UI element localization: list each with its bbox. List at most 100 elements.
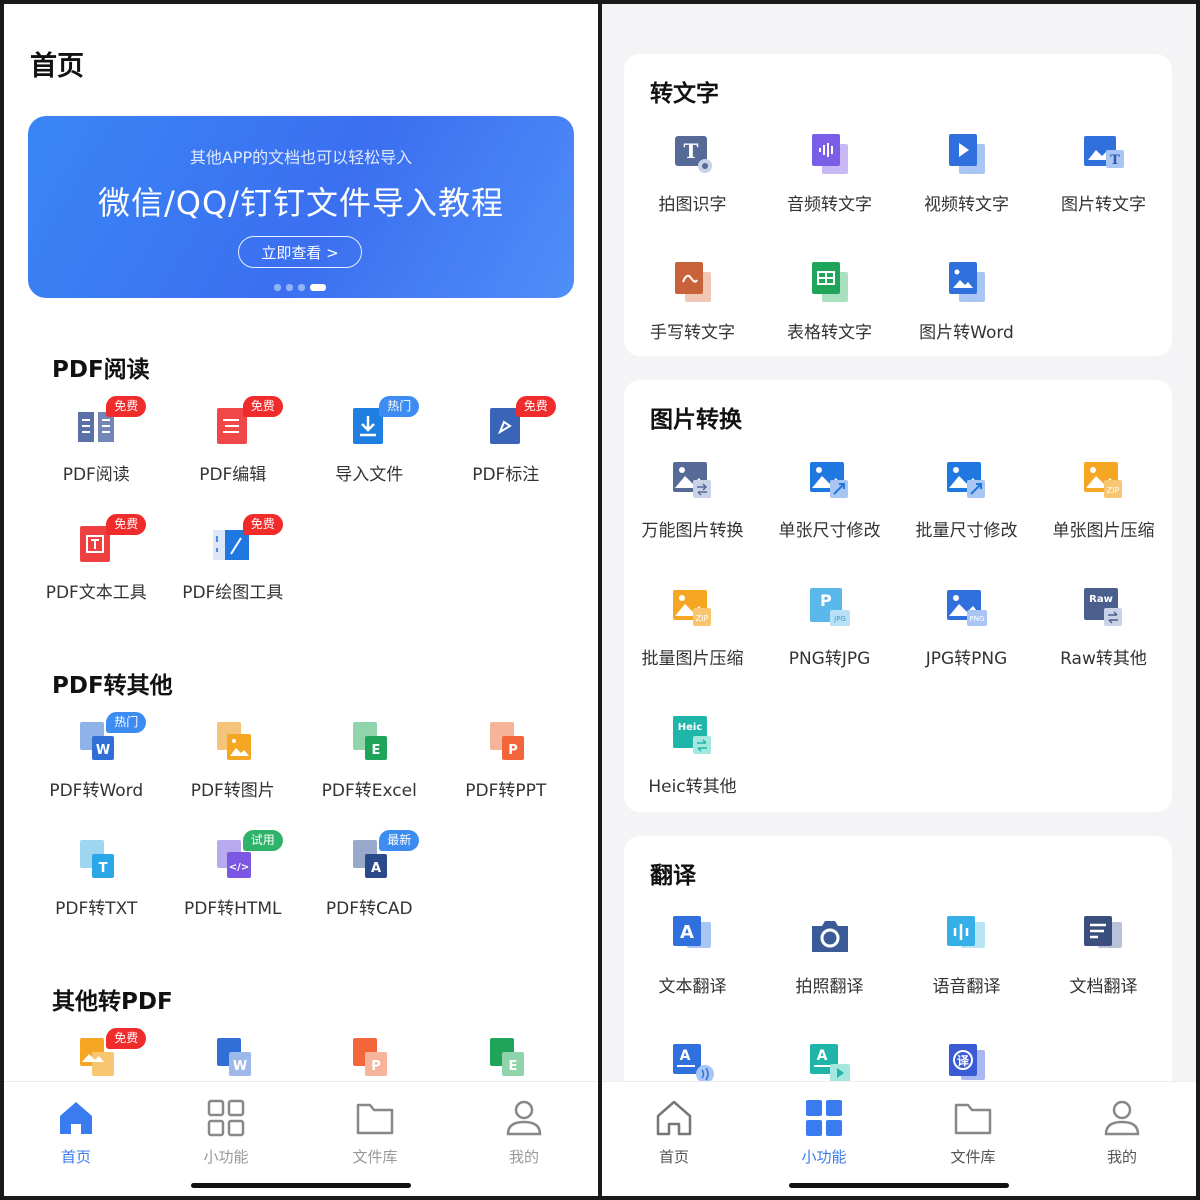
tool-item[interactable]: 语音翻译: [898, 906, 1035, 1034]
tool-item[interactable]: Raw Raw转其他: [1035, 578, 1172, 706]
user-icon: [502, 1096, 546, 1140]
word-to-pdf-icon: W: [209, 1034, 257, 1082]
bottom-tab-bar: 首页 小功能 文件库 我的: [602, 1081, 1196, 1196]
tool-label: 文本翻译: [658, 977, 727, 997]
tool-item[interactable]: 免费 PDF编辑: [165, 396, 302, 514]
tool-item[interactable]: T 图片转文字: [1035, 124, 1172, 252]
view-now-button[interactable]: 立即查看 >: [238, 236, 362, 268]
grid-icon: [204, 1096, 248, 1140]
home-indicator: [789, 1183, 1009, 1188]
card-image-convert: 图片转换 万能图片转换 单张尺寸修改 批量尺寸修改 ZIP 单张图片压缩 ZIP 批量图片压…: [624, 380, 1172, 812]
svg-text:A: A: [680, 922, 694, 943]
tool-item[interactable]: 图片转Word: [898, 252, 1035, 380]
voice-translate-icon: [943, 912, 991, 960]
tool-item[interactable]: ZIP 批量图片压缩: [624, 578, 761, 706]
table-to-text-icon: [806, 258, 854, 306]
tool-item[interactable]: 表格转文字: [761, 252, 898, 380]
tool-item[interactable]: 免费 PDF阅读: [28, 396, 165, 514]
image-convert-icon: [669, 456, 717, 504]
tab-home[interactable]: 首页: [26, 1096, 126, 1167]
tool-label: 万能图片转换: [641, 521, 744, 541]
tool-label: 视频转文字: [924, 195, 1009, 215]
tool-label: PDF转Excel: [321, 781, 417, 801]
svg-text:P: P: [820, 591, 832, 610]
tool-item[interactable]: E PDF转Excel: [301, 712, 438, 830]
tool-label: 音频转文字: [787, 195, 872, 215]
tab-grid[interactable]: 小功能: [774, 1096, 874, 1167]
tool-badge: 最新: [379, 830, 420, 851]
tool-item[interactable]: 视频转文字: [898, 124, 1035, 252]
tab-user[interactable]: 我的: [1072, 1096, 1172, 1167]
tool-item[interactable]: </> 试用 PDF转HTML: [165, 830, 302, 948]
raw-convert-icon: Raw: [1080, 584, 1128, 632]
card-title-translate: 翻译: [650, 863, 696, 889]
svg-text:P: P: [371, 1059, 381, 1074]
image-to-text-icon: T: [1080, 130, 1128, 178]
tool-item[interactable]: Heic Heic转其他: [624, 706, 761, 834]
svg-text:T: T: [683, 139, 698, 163]
tool-label: PDF阅读: [62, 465, 130, 485]
tool-label: PDF绘图工具: [182, 583, 284, 603]
pdf-to-other-grid: W 热门 PDF转Word PDF转图片 E PDF转Excel P PDF转PPT T PDF转…: [28, 712, 574, 948]
tool-label: PDF转图片: [190, 781, 275, 801]
pdf-to-image-icon: [209, 718, 257, 766]
tab-grid[interactable]: 小功能: [176, 1096, 276, 1167]
pdf-read-grid: 免费 PDF阅读 免费 PDF编辑 热门 导入文件 免费 PDF标注免费 PDF文本工具 免费 PD…: [28, 396, 574, 632]
tool-item[interactable]: A 文本翻译: [624, 906, 761, 1034]
tool-item[interactable]: 免费 PDF绘图工具: [165, 514, 302, 632]
video-to-text-icon: [943, 130, 991, 178]
tool-item[interactable]: 单张尺寸修改: [761, 450, 898, 578]
tool-item[interactable]: 批量尺寸修改: [898, 450, 1035, 578]
tool-label: 表格转文字: [787, 323, 872, 343]
tool-badge: 免费: [106, 1028, 147, 1049]
tool-item[interactable]: 拍照翻译: [761, 906, 898, 1034]
tab-label: 小功能: [801, 1148, 847, 1166]
single-compress-icon: ZIP: [1080, 456, 1128, 504]
excel-to-pdf-icon: E: [482, 1034, 530, 1082]
tool-label: PDF编辑: [199, 465, 267, 485]
tool-item[interactable]: P PDF转PPT: [438, 712, 575, 830]
photo-ocr-icon: T: [669, 130, 717, 178]
to-text-grid: T 拍图识字 音频转文字 视频转文字 T 图片转文字手写转文字 表格转文字 图片转Word: [624, 124, 1172, 380]
tool-item[interactable]: T 拍图识字: [624, 124, 761, 252]
tool-item[interactable]: 文档翻译: [1035, 906, 1172, 1034]
tab-home[interactable]: 首页: [624, 1096, 724, 1167]
svg-text:</>: </>: [229, 862, 249, 873]
tool-label: 拍照翻译: [795, 977, 864, 997]
tool-item[interactable]: 万能图片转换: [624, 450, 761, 578]
svg-text:ZIP: ZIP: [695, 614, 708, 623]
user-icon: [1100, 1096, 1144, 1140]
tool-item[interactable]: W 热门 PDF转Word: [28, 712, 165, 830]
heic-convert-icon: Heic: [669, 712, 717, 760]
tool-item[interactable]: 免费 PDF标注: [438, 396, 575, 514]
tab-folder[interactable]: 文件库: [923, 1096, 1023, 1167]
home-indicator: [191, 1183, 411, 1188]
tab-folder[interactable]: 文件库: [325, 1096, 425, 1167]
svg-text:ZIP: ZIP: [1106, 486, 1119, 495]
tab-label: 小功能: [203, 1148, 249, 1166]
svg-text:JPG: JPG: [833, 615, 846, 623]
text-translate-icon: A: [669, 912, 717, 960]
home-screen: 首页 其他APP的文档也可以轻松导入 微信/QQ/钉钉文件导入教程 立即查看 >…: [4, 4, 598, 1196]
svg-text:A: A: [816, 1048, 827, 1064]
tool-label: 单张图片压缩: [1052, 521, 1155, 541]
tool-item[interactable]: P JPG PNG转JPG: [761, 578, 898, 706]
tool-item[interactable]: PDF转图片: [165, 712, 302, 830]
tool-item[interactable]: T PDF转TXT: [28, 830, 165, 948]
tool-item[interactable]: 热门 导入文件: [301, 396, 438, 514]
tutorial-banner[interactable]: 其他APP的文档也可以轻松导入 微信/QQ/钉钉文件导入教程 立即查看 >: [28, 116, 574, 298]
tool-item[interactable]: 手写转文字: [624, 252, 761, 380]
tool-label: PDF转Word: [49, 781, 144, 801]
ppt-to-pdf-icon: P: [345, 1034, 393, 1082]
tab-label: 首页: [658, 1148, 689, 1166]
tool-item[interactable]: A 最新 PDF转CAD: [301, 830, 438, 948]
svg-text:Raw: Raw: [1089, 594, 1113, 605]
tool-item[interactable]: 音频转文字: [761, 124, 898, 252]
tool-item[interactable]: ZIP 单张图片压缩: [1035, 450, 1172, 578]
tool-item[interactable]: PNG JPG转PNG: [898, 578, 1035, 706]
tab-user[interactable]: 我的: [474, 1096, 574, 1167]
tool-label: 批量尺寸修改: [915, 521, 1018, 541]
pdf-to-excel-icon: E: [345, 718, 393, 766]
section-title-other-to-pdf: 其他转PDF: [52, 989, 173, 1015]
tool-item[interactable]: 免费 PDF文本工具: [28, 514, 165, 632]
